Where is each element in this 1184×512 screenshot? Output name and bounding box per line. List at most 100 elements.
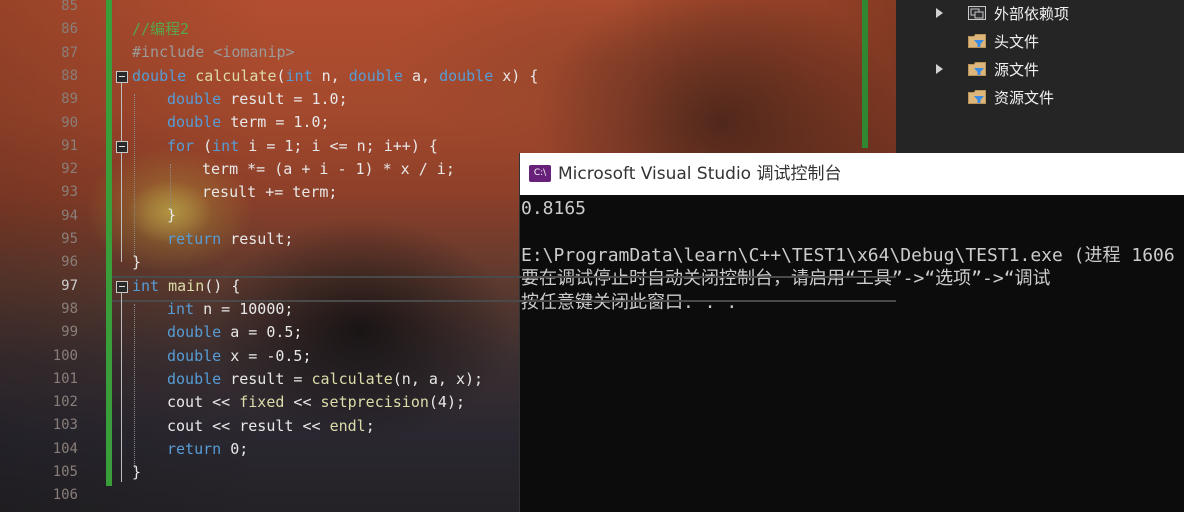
text-token: cout << <box>167 417 240 435</box>
tree-item-source-files[interactable]: 源文件 <box>994 58 1039 82</box>
text-token: n, <box>312 67 349 85</box>
code-line-90[interactable]: double term = 1.0; <box>167 111 330 134</box>
collapse-toggle-icon[interactable] <box>116 71 128 83</box>
line-number: 85 <box>61 0 78 14</box>
keyword-token: for <box>167 137 195 155</box>
code-line-94[interactable]: } <box>167 204 176 227</box>
line-number: 86 <box>61 21 78 38</box>
text-token: 0; <box>221 440 249 458</box>
line-number: 105 <box>52 464 78 480</box>
text-token: a = 0.5; <box>221 323 303 341</box>
text-token: x = -0.5; <box>221 347 312 365</box>
text-token: result += term; <box>202 183 338 201</box>
keyword-token: double <box>167 323 222 341</box>
line-number: 87 <box>61 44 78 61</box>
keyword-token: double <box>167 347 222 365</box>
tree-item-external-deps[interactable]: 外部依赖项 <box>994 2 1069 26</box>
code-line-105[interactable]: } <box>132 461 141 484</box>
preprocessor-token: #include <iomanip> <box>132 43 295 61</box>
text-token: } <box>167 206 177 224</box>
console-output-line: E:\ProgramData\learn\C++\TEST1\x64\Debug… <box>521 245 1175 266</box>
fold-guide-line <box>121 82 122 262</box>
text-token: << <box>284 393 321 411</box>
keyword-token: int <box>132 277 160 295</box>
function-token: calculate <box>311 370 393 388</box>
indent-guide <box>134 304 135 468</box>
text-token: result = 1.0; <box>221 90 348 108</box>
line-number: 92 <box>61 161 78 178</box>
code-line-101[interactable]: double result = calculate(n, a, x); <box>167 368 483 391</box>
keyword-token: double <box>132 67 187 85</box>
tree-item-resource-files[interactable]: 资源文件 <box>994 86 1054 110</box>
indent-guide <box>134 94 135 258</box>
code-line-92[interactable]: term *= (a + i - 1) * x / i; <box>202 158 455 181</box>
keyword-token: double <box>439 67 494 85</box>
code-line-93[interactable]: result += term; <box>202 181 337 204</box>
line-number: 106 <box>52 487 78 504</box>
line-number: 88 <box>61 67 78 84</box>
console-title-bar[interactable]: C:\ Microsoft Visual Studio 调试控制台 <box>520 153 1184 195</box>
code-line-103[interactable]: cout << result << endl; <box>167 415 375 438</box>
code-line-99[interactable]: double a = 0.5; <box>167 321 302 344</box>
keyword-token: int <box>167 300 195 318</box>
code-line-95[interactable]: return result; <box>167 228 293 251</box>
text-token: term *= (a + i - 1) * x / i; <box>202 160 455 178</box>
expand-arrow-icon[interactable] <box>936 64 943 74</box>
code-line-87[interactable]: #include <iomanip> <box>132 41 295 64</box>
line-number: 91 <box>61 137 78 154</box>
tree-item-header-files[interactable]: 头文件 <box>994 30 1039 54</box>
external-deps-icon <box>968 6 986 20</box>
text-token: result = <box>221 370 312 388</box>
text-token: ( <box>194 137 213 155</box>
text-token: result <box>239 417 294 435</box>
code-line-88[interactable]: double calculate(int n, double a, double… <box>132 65 538 88</box>
line-number: 102 <box>52 394 78 411</box>
filter-folder-icon <box>968 90 986 104</box>
function-token: setprecision <box>320 393 429 411</box>
text-token: term = 1.0; <box>221 113 330 131</box>
line-number: 94 <box>61 207 78 224</box>
function-token: calculate <box>195 67 277 85</box>
expand-arrow-icon[interactable] <box>936 8 943 18</box>
text-token: x) { <box>493 67 539 85</box>
code-line-100[interactable]: double x = -0.5; <box>167 345 312 368</box>
collapse-toggle-icon[interactable] <box>116 141 128 153</box>
change-tracking-margin <box>106 0 112 486</box>
text-token: << <box>293 417 330 435</box>
code-line-98[interactable]: int n = 10000; <box>167 298 293 321</box>
keyword-token: double <box>167 113 222 131</box>
code-line-89[interactable]: double result = 1.0; <box>167 88 348 111</box>
code-line-91[interactable]: for (int i = 1; i <= n; i++) { <box>167 135 438 158</box>
code-line-86[interactable]: //编程2 <box>132 18 189 41</box>
line-number: 89 <box>61 91 78 108</box>
text-token: ( <box>276 67 286 85</box>
debug-console-window[interactable]: C:\ Microsoft Visual Studio 调试控制台 0.8165… <box>519 153 1184 512</box>
function-token: endl <box>329 417 366 435</box>
code-line-102[interactable]: cout << fixed << setprecision(4); <box>167 391 465 414</box>
text-token: (4); <box>428 393 466 411</box>
line-number: 99 <box>61 324 78 341</box>
text-token: } <box>132 253 142 271</box>
keyword-token: int <box>285 67 313 85</box>
text-token: } <box>132 463 142 481</box>
code-line-96[interactable]: } <box>132 251 141 274</box>
code-line-104[interactable]: return 0; <box>167 438 248 461</box>
code-line-97[interactable]: int main() { <box>132 275 240 298</box>
solution-explorer: 外部依赖项 头文件 源文件 资源文件 <box>896 0 1184 160</box>
line-number: 100 <box>52 347 78 364</box>
keyword-token: return <box>167 230 222 248</box>
keyword-token: double <box>167 90 222 108</box>
text-token: n = 10000; <box>194 300 294 318</box>
keyword-token: double <box>348 67 403 85</box>
line-number: 95 <box>61 231 78 247</box>
line-number: 98 <box>61 300 78 317</box>
line-number: 97 <box>61 277 78 294</box>
line-number: 104 <box>52 440 78 457</box>
line-number: 93 <box>61 184 78 201</box>
fold-guide-line <box>121 292 122 482</box>
collapse-toggle-icon[interactable] <box>116 281 128 293</box>
text-token: () { <box>204 277 241 295</box>
console-title: Microsoft Visual Studio 调试控制台 <box>558 164 842 184</box>
